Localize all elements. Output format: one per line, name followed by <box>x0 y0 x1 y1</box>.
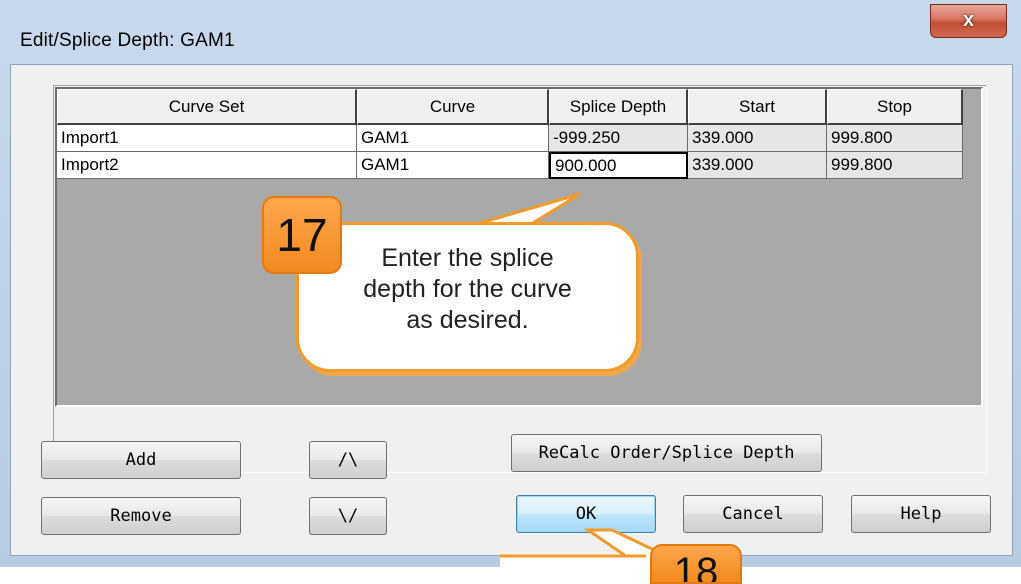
add-button[interactable]: Add <box>41 441 241 479</box>
callout-line-2: depth for the curve <box>363 275 572 303</box>
column-header-stop[interactable]: Stop <box>827 89 963 125</box>
step-badge-17: 17 <box>262 196 342 274</box>
instruction-callout: Enter the splice depth for the curve as … <box>296 222 639 372</box>
callout-line-3: as desired. <box>406 306 529 334</box>
callout-line-1: Enter the splice <box>381 244 554 272</box>
window-title: Edit/Splice Depth: GAM1 <box>20 30 235 51</box>
column-header-curve[interactable]: Curve <box>357 89 549 125</box>
table-cell-curve[interactable]: GAM1 <box>357 125 549 152</box>
close-icon: x <box>962 9 975 31</box>
close-button[interactable]: x <box>930 4 1007 38</box>
help-button[interactable]: Help <box>851 495 991 533</box>
table-cell-start: 339.000 <box>688 152 827 179</box>
table-cell-stop: 999.800 <box>827 125 963 152</box>
table-cell-curve[interactable]: GAM1 <box>357 152 549 179</box>
table-cell-curve-set[interactable]: Import1 <box>57 125 357 152</box>
column-header-splice-depth[interactable]: Splice Depth <box>549 89 688 125</box>
table-cell-curve-set[interactable]: Import2 <box>57 152 357 179</box>
cancel-button[interactable]: Cancel <box>683 495 823 533</box>
dialog-window: Edit/Splice Depth: GAM1 x Curve Set Curv… <box>0 0 1021 584</box>
column-header-start[interactable]: Start <box>688 89 827 125</box>
move-down-button[interactable]: \/ <box>309 497 387 535</box>
callout-18-body <box>500 556 660 567</box>
table-cell-stop: 999.800 <box>827 152 963 179</box>
remove-button[interactable]: Remove <box>41 497 241 535</box>
column-header-curve-set[interactable]: Curve Set <box>57 89 357 125</box>
recalc-order-button[interactable]: ReCalc Order/Splice Depth <box>511 434 822 472</box>
callout-text: Enter the splice depth for the curve as … <box>299 243 636 336</box>
move-up-button[interactable]: /\ <box>309 441 387 479</box>
table-cell-splice-depth[interactable]: -999.250 <box>549 125 688 152</box>
ok-button[interactable]: OK <box>516 495 656 533</box>
step-badge-18: 18 <box>650 544 742 584</box>
table-cell-start: 339.000 <box>688 125 827 152</box>
splice-depth-edit-field[interactable]: 900.000 <box>549 152 688 179</box>
